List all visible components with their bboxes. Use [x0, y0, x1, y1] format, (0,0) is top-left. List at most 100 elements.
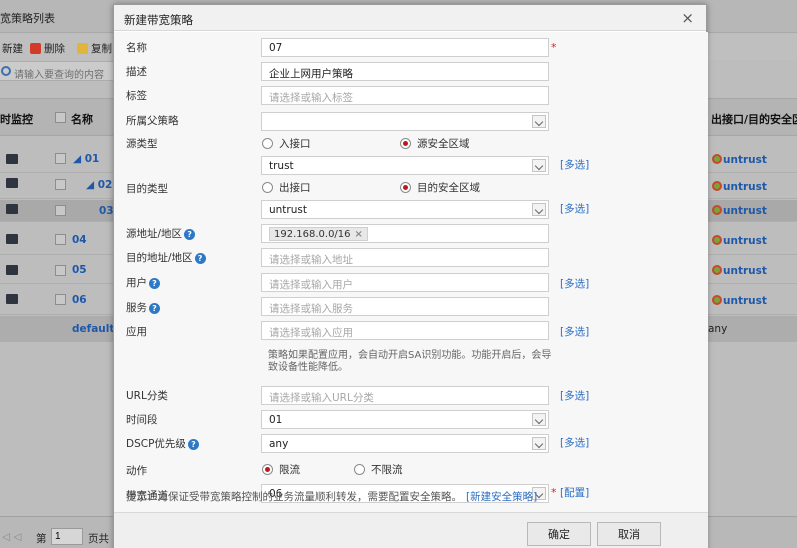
help-icon[interactable]: ? [187, 439, 199, 450]
radio-label: 不限流 [371, 464, 403, 476]
service-label: 服务? [126, 300, 160, 315]
row-name[interactable]: ◢ 02 [86, 179, 112, 191]
application-input[interactable]: 请选择或输入应用 [261, 321, 549, 340]
globe-icon [712, 154, 722, 164]
time-range-select[interactable]: 01 [261, 410, 549, 429]
dest-zone-value: untrust [269, 204, 307, 216]
monitor-icon [6, 204, 18, 214]
dest-address-label-text: 目的地址/地区 [126, 252, 193, 264]
radio-no-limit[interactable]: 不限流 [354, 462, 403, 477]
row-checkbox[interactable] [55, 205, 66, 216]
parent-policy-select[interactable] [261, 112, 549, 131]
tags-input[interactable]: 请选择或输入标签 [261, 86, 549, 105]
prev-page-icon[interactable]: ◁ ◁ [2, 531, 22, 543]
parent-policy-label: 所属父策略 [126, 115, 179, 127]
row-name[interactable]: 04 [72, 234, 87, 246]
service-input[interactable]: 请选择或输入服务 [261, 297, 549, 316]
chevron-down-icon[interactable] [532, 159, 546, 172]
remove-tag-icon[interactable]: × [355, 229, 363, 240]
row-checkbox[interactable] [55, 153, 66, 164]
help-icon[interactable]: ? [149, 278, 160, 289]
copy-button[interactable]: 复制 [77, 41, 112, 56]
globe-icon [712, 295, 722, 305]
url-category-multi-select-link[interactable]: [多选] [560, 388, 589, 403]
radio-limit[interactable]: 限流 [262, 462, 300, 477]
dialog-title: 新建带宽策略 [124, 13, 193, 27]
new-security-policy-link[interactable]: [新建安全策略] [466, 491, 537, 503]
ok-button[interactable]: 确定 [527, 522, 591, 546]
radio-source-zone[interactable]: 源安全区域 [400, 136, 470, 151]
policy-tip: 提示：为保证受带宽策略控制的业务流量顺利转发，需要配置安全策略。 [新建安全策略] [126, 489, 537, 504]
radio-dot-selected [262, 464, 273, 475]
dscp-multi-select-link[interactable]: [多选] [560, 435, 589, 450]
monitor-icon [6, 234, 18, 244]
row-name[interactable]: ◢ 01 [73, 153, 99, 165]
close-icon[interactable]: × [681, 9, 694, 27]
radio-label: 源安全区域 [417, 138, 470, 150]
select-all-checkbox[interactable] [55, 112, 66, 123]
row-name[interactable]: 05 [72, 264, 87, 276]
search-icon [1, 66, 11, 76]
row-interface: untrust [712, 154, 767, 166]
radio-label: 出接口 [279, 182, 311, 194]
globe-icon [712, 181, 722, 191]
row-name-text: 03 [99, 205, 114, 217]
delete-icon [30, 43, 41, 54]
row-checkbox[interactable] [55, 234, 66, 245]
radio-dest-zone[interactable]: 目的安全区域 [400, 180, 480, 195]
dest-address-input[interactable]: 请选择或输入地址 [261, 248, 549, 267]
help-icon[interactable]: ? [194, 253, 206, 264]
search-input[interactable]: 请输入要查询的内容 [0, 61, 120, 81]
row-checkbox[interactable] [55, 265, 66, 276]
radio-dot [262, 182, 273, 193]
description-label: 描述 [126, 66, 147, 78]
dest-zone-select[interactable]: untrust [261, 200, 549, 219]
dest-type-label: 目的类型 [126, 183, 168, 195]
row-name-text: 06 [72, 294, 87, 306]
radio-label: 入接口 [279, 138, 311, 150]
help-icon[interactable]: ? [184, 229, 196, 240]
delete-button[interactable]: 删除 [30, 41, 65, 56]
cancel-button[interactable]: 取消 [597, 522, 661, 546]
row-name[interactable]: default [72, 323, 114, 335]
row-name[interactable]: 03 [99, 205, 114, 217]
application-multi-select-link[interactable]: [多选] [560, 324, 589, 339]
monitor-icon [6, 294, 18, 304]
new-button[interactable]: 新建 [2, 41, 23, 56]
chevron-down-icon[interactable] [532, 203, 546, 216]
time-range-label: 时间段 [126, 414, 158, 426]
row-interface: untrust [712, 235, 767, 247]
row-name-text: 01 [84, 153, 100, 165]
help-icon[interactable]: ? [149, 303, 160, 314]
name-input[interactable]: 07 [261, 38, 549, 57]
row-checkbox[interactable] [55, 294, 66, 305]
dest-zone-multi-select-link[interactable]: [多选] [560, 201, 589, 216]
source-address-label-text: 源地址/地区 [126, 228, 183, 240]
row-name[interactable]: 06 [72, 294, 87, 306]
source-zone-select[interactable]: trust [261, 156, 549, 175]
channel-config-link[interactable]: [配置] [560, 485, 589, 500]
source-zone-multi-select-link[interactable]: [多选] [560, 157, 589, 172]
source-address-input[interactable]: 192.168.0.0/16 × [261, 224, 549, 243]
radio-ingress-interface[interactable]: 入接口 [262, 136, 311, 151]
radio-egress-interface[interactable]: 出接口 [262, 180, 311, 195]
required-mark: * [551, 486, 557, 499]
user-multi-select-link[interactable]: [多选] [560, 276, 589, 291]
chevron-down-icon[interactable] [532, 413, 546, 426]
time-range-value: 01 [269, 414, 283, 426]
row-interface-text: untrust [723, 265, 767, 277]
application-note: 策略如果配置应用，会自动开启SA识别功能。功能开启后，会导致设备性能降低。 [268, 350, 552, 373]
page-number-input[interactable] [51, 528, 83, 545]
col-monitor: 时监控 [0, 113, 33, 126]
chevron-down-icon[interactable] [532, 437, 546, 450]
dscp-select[interactable]: any [261, 434, 549, 453]
dest-address-label: 目的地址/地区? [126, 250, 206, 265]
url-category-input[interactable]: 请选择或输入URL分类 [261, 386, 549, 405]
chevron-down-icon[interactable] [532, 115, 546, 128]
row-checkbox[interactable] [55, 179, 66, 190]
description-input[interactable]: 企业上网用户策略 [261, 62, 549, 81]
new-bandwidth-policy-dialog: 新建带宽策略 × 名称 07 * 描述 企业上网用户策略 标签 请选择或输入标签… [113, 4, 708, 548]
address-tag-text: 192.168.0.0/16 [274, 229, 351, 240]
radio-dot [262, 138, 273, 149]
user-input[interactable]: 请选择或输入用户 [261, 273, 549, 292]
